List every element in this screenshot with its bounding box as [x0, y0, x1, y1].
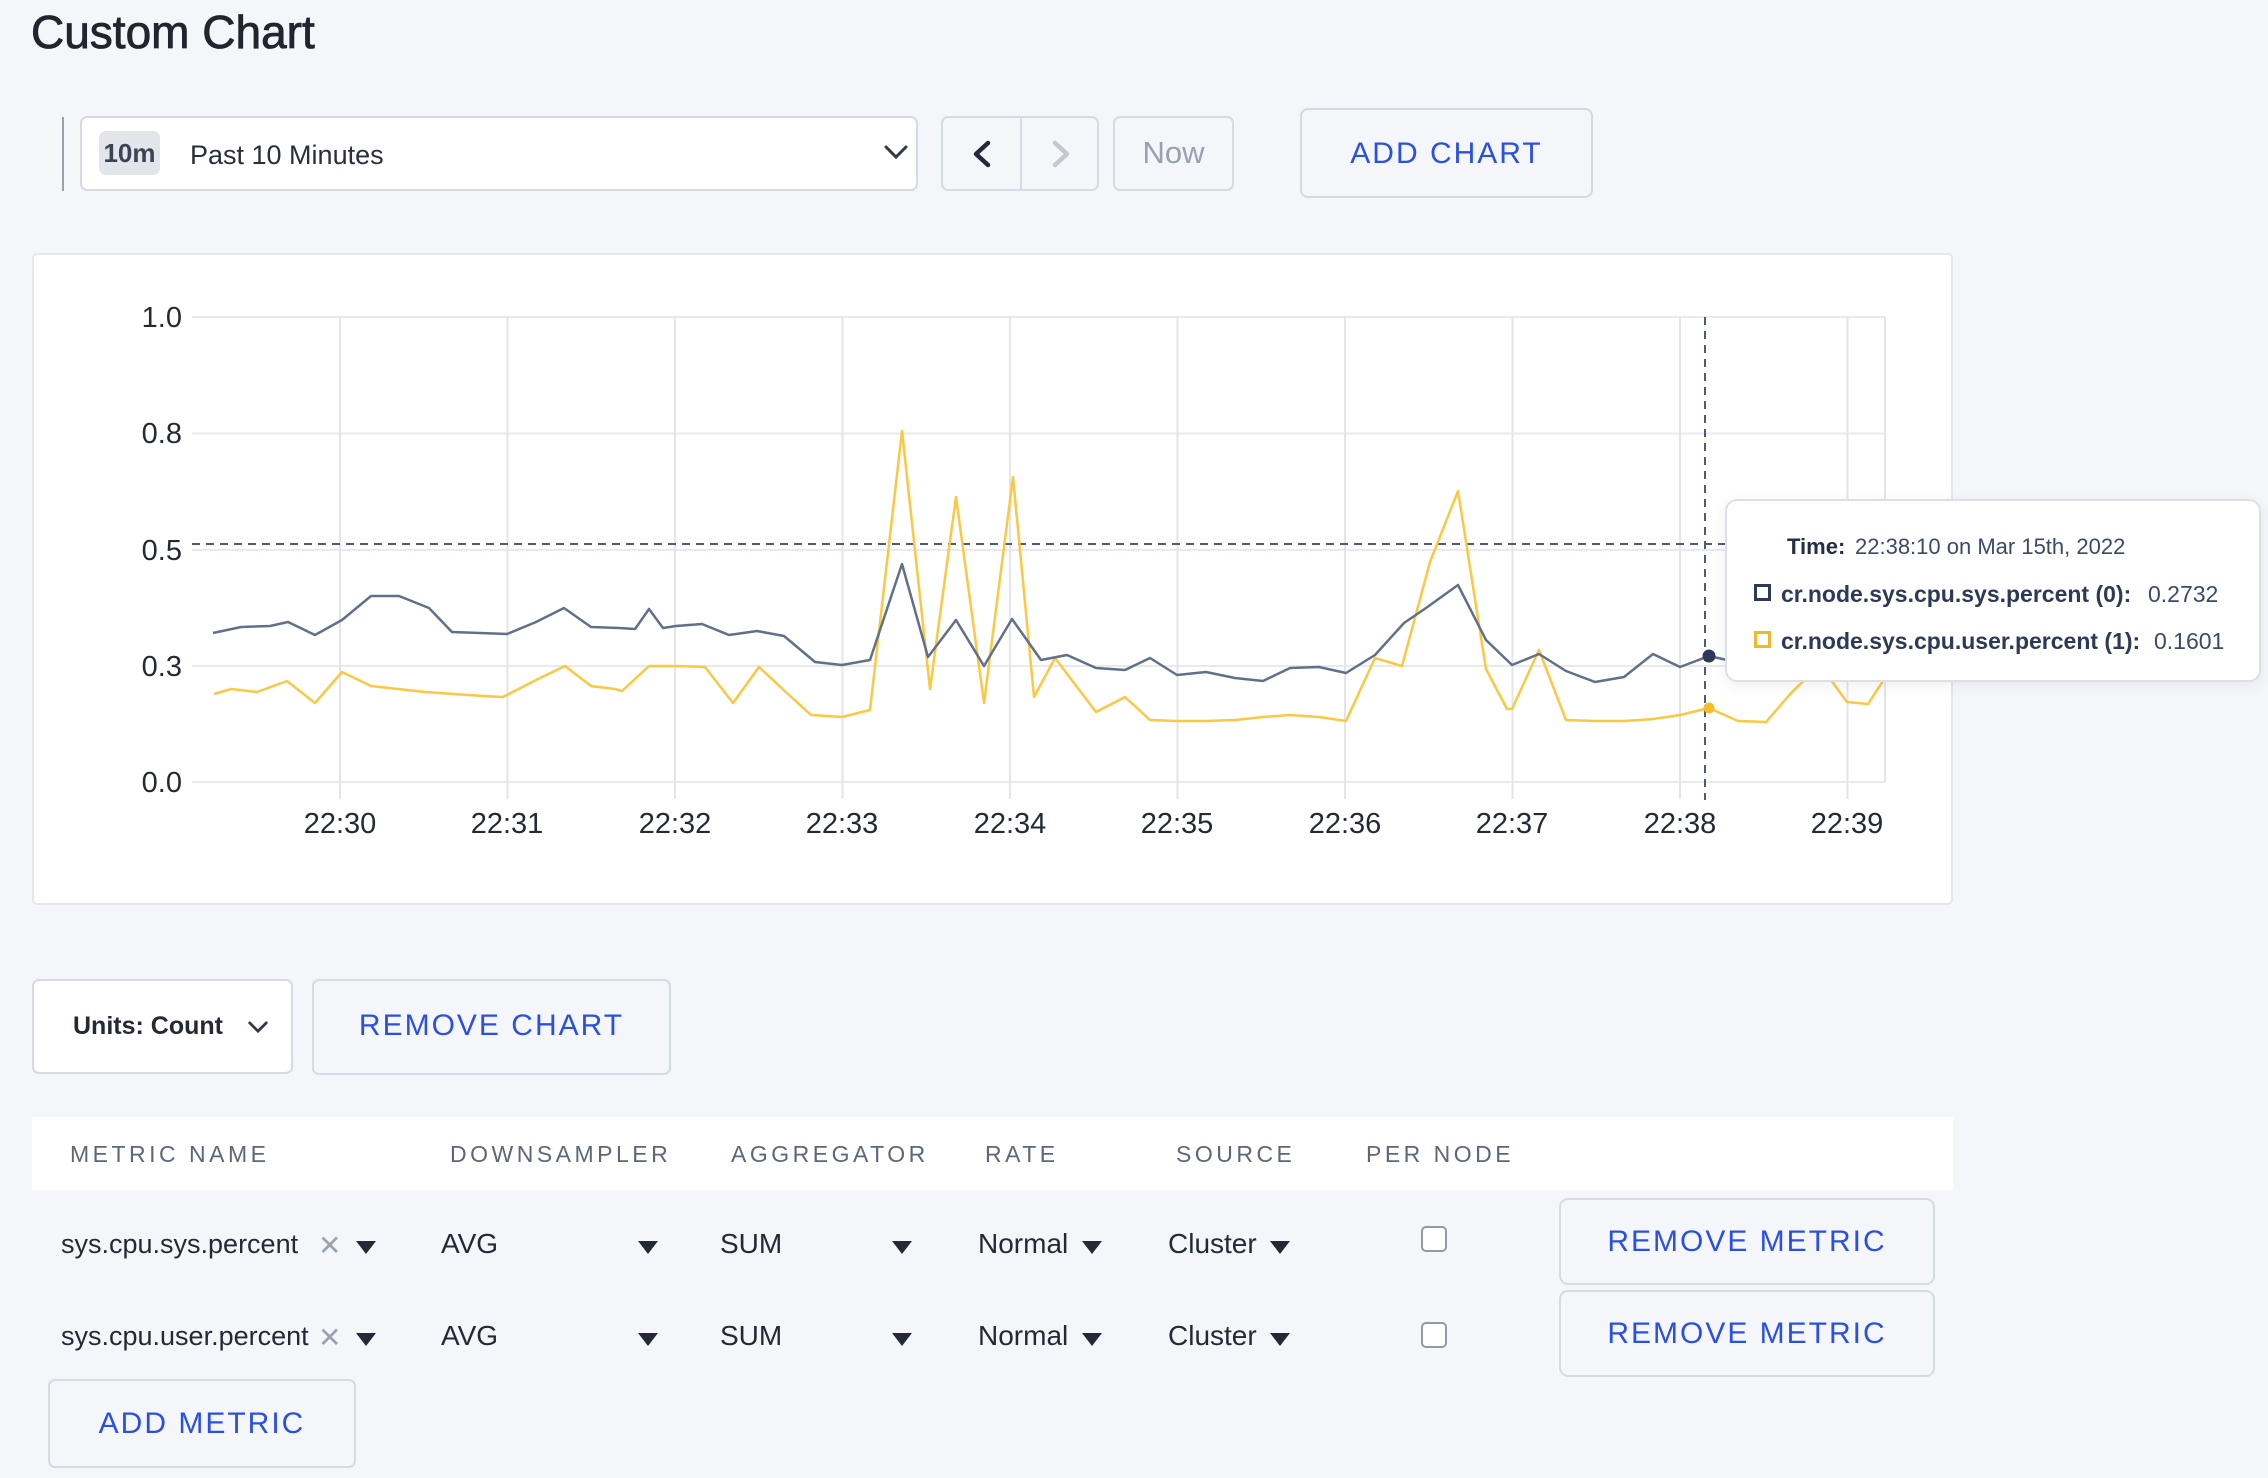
- svg-text:22:30: 22:30: [304, 808, 377, 840]
- svg-text:22:33: 22:33: [806, 808, 879, 840]
- svg-text:22:36: 22:36: [1309, 808, 1382, 840]
- svg-text:22:35: 22:35: [1141, 808, 1214, 840]
- svg-text:1.0: 1.0: [142, 302, 182, 334]
- svg-text:22:38: 22:38: [1644, 808, 1717, 840]
- svg-text:0.3: 0.3: [142, 651, 182, 683]
- svg-text:22:39: 22:39: [1811, 808, 1884, 840]
- svg-text:0.0: 0.0: [142, 767, 182, 799]
- svg-text:22:34: 22:34: [974, 808, 1047, 840]
- svg-text:22:31: 22:31: [471, 808, 544, 840]
- svg-text:22:37: 22:37: [1476, 808, 1549, 840]
- svg-text:22:32: 22:32: [639, 808, 712, 840]
- svg-text:0.8: 0.8: [142, 418, 182, 450]
- svg-text:0.5: 0.5: [142, 535, 182, 567]
